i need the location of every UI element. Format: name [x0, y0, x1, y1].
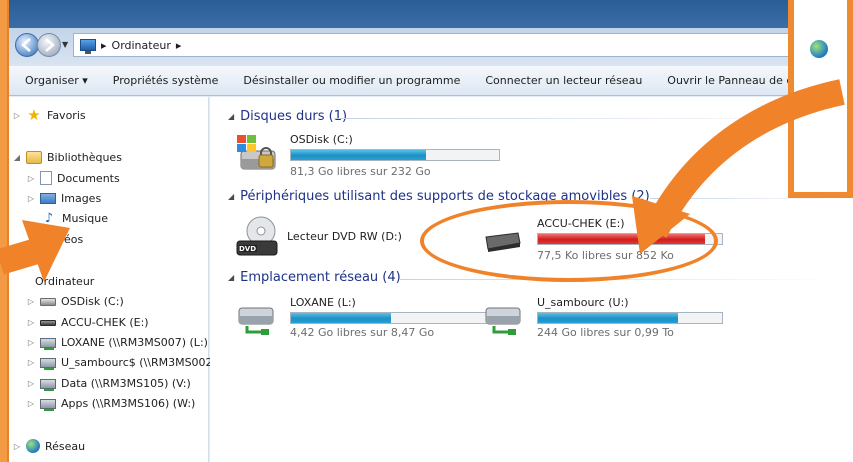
expand-icon[interactable]: ▷: [27, 399, 35, 408]
system-drive-icon: [237, 135, 276, 170]
group-hard-disks[interactable]: ◢ Disques durs (1): [228, 109, 347, 124]
tree-label: Documents: [57, 171, 120, 185]
organize-button[interactable]: Organiser ▾: [25, 74, 104, 87]
collapse-icon[interactable]: ◢: [228, 192, 234, 201]
network-drive-icon: [40, 337, 56, 350]
drive-free-space: 81,3 Go libres sur 232 Go: [290, 165, 431, 178]
tree-label: Réseau: [45, 439, 86, 453]
group-divider: [650, 198, 840, 199]
network-globe-icon: [810, 40, 828, 58]
expand-icon[interactable]: ▷: [27, 174, 35, 183]
library-icon: [26, 151, 42, 164]
expand-icon[interactable]: ▷: [13, 442, 21, 451]
group-network[interactable]: ◢ Emplacement réseau (4): [228, 270, 401, 285]
dvd-badge: DVD: [239, 245, 257, 253]
tree-item-computer[interactable]: Ordinateur: [35, 275, 94, 288]
expand-icon[interactable]: ▷: [27, 297, 35, 306]
pictures-icon: [40, 193, 56, 204]
drive-free-space: 244 Go libres sur 0,99 To: [537, 326, 674, 339]
group-title: Emplacement réseau (4): [240, 270, 401, 285]
inset-panel: [788, 0, 853, 198]
drive-usage-bar: [290, 149, 500, 161]
drive-usage-bar: [537, 312, 723, 324]
tree-label: U_sambourc$ (\\RM3MS002: [61, 356, 213, 369]
drive-free-space: 4,42 Go libres sur 8,47 Go: [290, 326, 435, 339]
expand-icon[interactable]: ▷: [27, 338, 35, 347]
drive-name: LOXANE (L:): [290, 296, 356, 309]
expand-icon[interactable]: ▷: [27, 194, 35, 203]
drive-name: OSDisk (C:): [290, 133, 353, 146]
tree-label: Favoris: [47, 109, 86, 122]
removable-drive-icon: [40, 319, 56, 326]
tree-item-network[interactable]: ▷ Réseau: [13, 439, 85, 453]
drive-name: U_sambourc (U:): [537, 296, 629, 309]
computer-icon: [80, 39, 96, 54]
arrow-left-icon: [21, 38, 31, 52]
collapse-icon[interactable]: ◢: [13, 153, 21, 162]
navigation-pane: ▷ ★ Favoris ◢ Bibliothèques ▷ Documents …: [9, 97, 213, 462]
back-button[interactable]: [15, 33, 39, 57]
arrow-right-icon: [45, 38, 55, 52]
tree-label: Apps (\\RM3MS106) (W:): [61, 397, 196, 410]
network-drive-icon: [40, 378, 56, 391]
music-note-icon: ♪: [44, 211, 54, 226]
network-drive-icon: [40, 357, 56, 370]
recent-pages-chevron-icon[interactable]: ▼: [62, 40, 70, 49]
tree-item-videos[interactable]: éos: [64, 233, 83, 246]
system-properties-button[interactable]: Propriétés système: [113, 74, 235, 87]
tree-item-usambourc[interactable]: ▷ U_sambourc$ (\\RM3MS002: [27, 356, 213, 370]
tree-item-favorites[interactable]: ▷ ★ Favoris: [13, 106, 86, 124]
tree-label: Musique: [62, 212, 108, 225]
breadcrumb-separator-icon[interactable]: ▸: [101, 39, 107, 52]
star-icon: ★: [27, 106, 41, 124]
map-network-drive-button[interactable]: Connecter un lecteur réseau: [485, 74, 658, 87]
network-drive-icon: [40, 398, 56, 411]
document-icon: [40, 171, 52, 185]
tree-label: Images: [61, 192, 102, 205]
expand-icon[interactable]: ▷: [27, 358, 35, 367]
drive-usage-fill: [291, 150, 427, 160]
tree-label: ACCU-CHEK (E:): [61, 316, 149, 329]
expand-icon[interactable]: ▷: [13, 111, 21, 120]
hard-drive-icon: [40, 297, 56, 306]
tree-item-loxane[interactable]: ▷ LOXANE (\\RM3MS007) (L:): [27, 336, 208, 350]
expand-icon[interactable]: ▷: [27, 318, 35, 327]
drive-usage-fill: [538, 313, 678, 323]
network-drive-icon: [238, 307, 274, 335]
tree-label: éos: [64, 233, 84, 246]
tree-label: Data (\\RM3MS105) (V:): [61, 377, 191, 390]
group-divider: [334, 118, 834, 119]
tree-item-accuchek[interactable]: ▷ ACCU-CHEK (E:): [27, 316, 149, 329]
expand-icon[interactable]: ▷: [27, 379, 35, 388]
group-title: Disques durs (1): [240, 109, 348, 124]
collapse-icon[interactable]: ◢: [228, 273, 234, 282]
tree-label: Ordinateur: [35, 275, 95, 288]
network-globe-icon: [26, 439, 40, 453]
tree-item-osdisk[interactable]: ▷ OSDisk (C:): [27, 295, 124, 308]
drive-usage-bar: [290, 312, 500, 324]
network-drive-icon: [485, 307, 521, 335]
drive-name: Lecteur DVD RW (D:): [287, 230, 402, 243]
tree-item-images[interactable]: ▷ Images: [27, 192, 101, 205]
tree-item-libraries[interactable]: ◢ Bibliothèques: [13, 151, 122, 164]
tree-label: OSDisk (C:): [61, 295, 124, 308]
tree-item-documents[interactable]: ▷ Documents: [27, 171, 120, 185]
address-bar[interactable]: ▸ Ordinateur ▸: [73, 33, 813, 57]
highlight-ring: [420, 200, 718, 282]
tree-item-music[interactable]: ♪ Musique: [41, 212, 108, 225]
tree-item-data[interactable]: ▷ Data (\\RM3MS105) (V:): [27, 377, 191, 391]
tree-label: Bibliothèques: [47, 151, 122, 164]
command-bar: Organiser ▾ Propriétés système Désinstal…: [9, 66, 853, 96]
drive-usage-fill: [291, 313, 391, 323]
breadcrumb-chevron-icon[interactable]: ▸: [176, 39, 182, 52]
tree-item-apps[interactable]: ▷ Apps (\\RM3MS106) (W:): [27, 397, 196, 411]
uninstall-program-button[interactable]: Désinstaller ou modifier un programme: [243, 74, 476, 87]
forward-button[interactable]: [37, 33, 61, 57]
breadcrumb-ordinateur[interactable]: Ordinateur: [112, 39, 171, 52]
tree-label: LOXANE (\\RM3MS007) (L:): [61, 336, 208, 349]
collapse-icon[interactable]: ◢: [228, 112, 234, 121]
